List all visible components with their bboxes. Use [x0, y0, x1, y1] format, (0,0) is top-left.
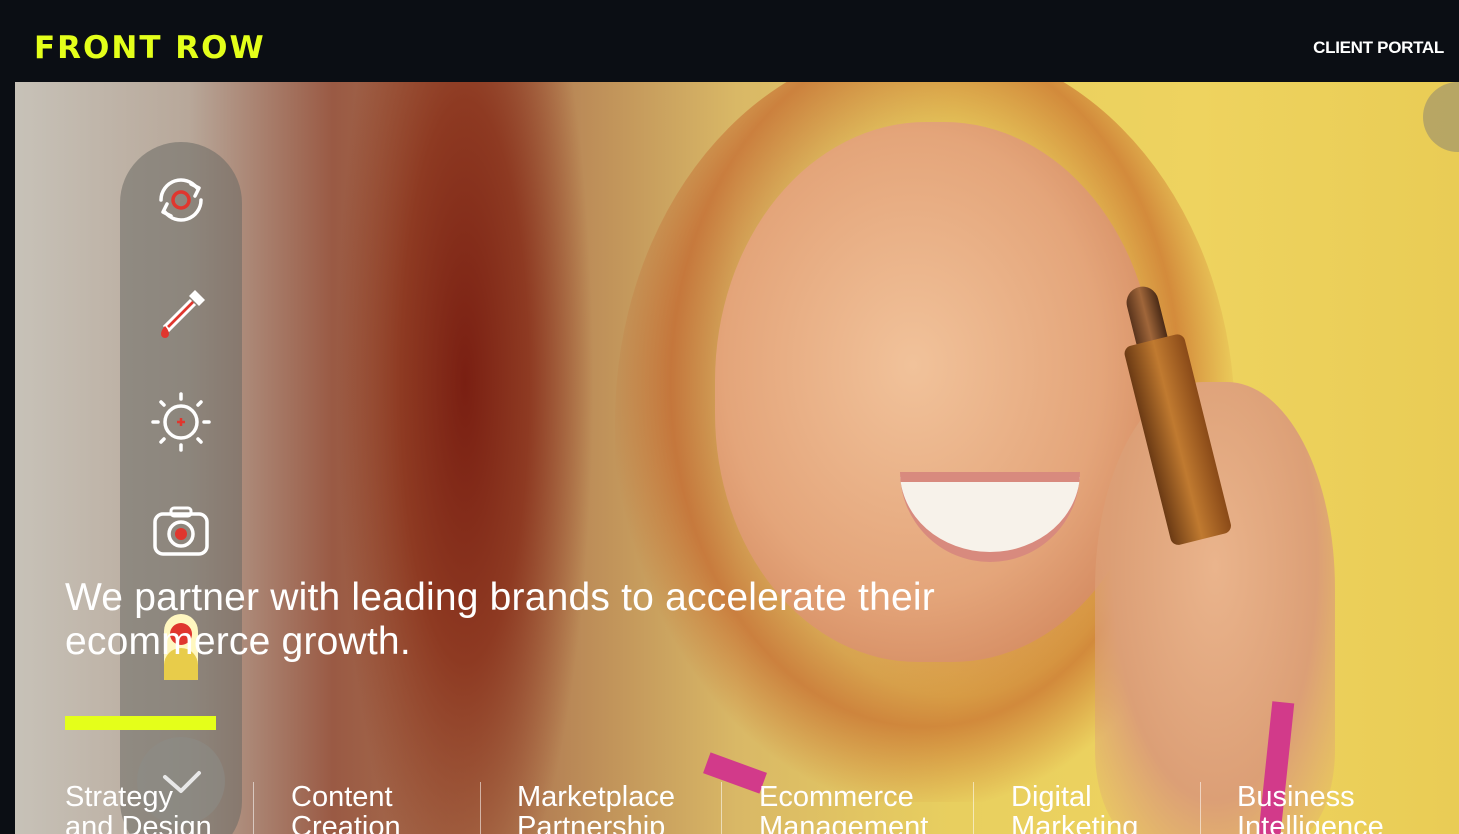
service-divider [480, 782, 481, 834]
service-line: Marketplace [517, 781, 675, 813]
service-marketplace-partnership-link[interactable]: Marketplace Partnership [517, 781, 675, 834]
brightness-icon [147, 388, 215, 456]
service-line: Management [759, 811, 929, 834]
service-line: Digital [1011, 781, 1092, 813]
carousel-edge-button[interactable] [1423, 82, 1459, 152]
service-divider [721, 782, 722, 834]
service-divider [253, 782, 254, 834]
service-ecommerce-management[interactable]: Ecommerce Management [759, 782, 949, 834]
service-line: Strategy [65, 781, 173, 813]
service-line: Ecommerce [759, 781, 914, 813]
hero-headline-line-2: ecommerce growth. [65, 620, 411, 663]
eyedropper-icon [147, 280, 215, 348]
service-line: Creation [291, 811, 401, 834]
service-strategy-and-design-link[interactable]: Strategy and Design [65, 781, 212, 834]
hero-headline: We partner with leading brands to accele… [65, 576, 1125, 664]
service-content-creation[interactable]: Content Creation [291, 782, 481, 834]
service-line: Intelligence [1237, 811, 1384, 834]
service-line: Marketing [1011, 811, 1139, 834]
service-ecommerce-management-link[interactable]: Ecommerce Management [759, 781, 928, 834]
service-strategy-and-design[interactable]: Strategy and Design [65, 782, 255, 834]
service-marketplace-partnership[interactable]: Marketplace Partnership [517, 782, 707, 834]
service-divider [1200, 782, 1201, 834]
services-nav: Strategy and Design Content Creation Marke… [65, 782, 1455, 834]
front-row-logo[interactable]: FRONT ROW [34, 30, 266, 66]
service-divider [973, 782, 974, 834]
service-line: Partnership [517, 811, 666, 834]
camera-icon [147, 498, 215, 566]
hero-section: We partner with leading brands to accele… [15, 82, 1459, 834]
hero-headline-line-1: We partner with leading brands to accele… [65, 576, 935, 619]
service-digital-marketing-link[interactable]: Digital Marketing [1011, 781, 1138, 834]
service-content-creation-link[interactable]: Content Creation [291, 781, 401, 834]
client-portal-link[interactable]: CLIENT PORTAL [1313, 38, 1444, 58]
rotate-icon [147, 166, 215, 234]
service-line: Business [1237, 781, 1355, 813]
top-navigation-bar: FRONT ROW CLIENT PORTAL [0, 0, 1459, 82]
photo-editor-toolbar [120, 142, 242, 834]
service-line: and Design [65, 811, 212, 834]
service-business-intelligence[interactable]: Business Intelligence [1237, 782, 1427, 834]
service-digital-marketing[interactable]: Digital Marketing [1011, 782, 1201, 834]
service-business-intelligence-link[interactable]: Business Intelligence [1237, 781, 1384, 834]
service-line: Content [291, 781, 393, 813]
accent-bar [65, 716, 216, 730]
